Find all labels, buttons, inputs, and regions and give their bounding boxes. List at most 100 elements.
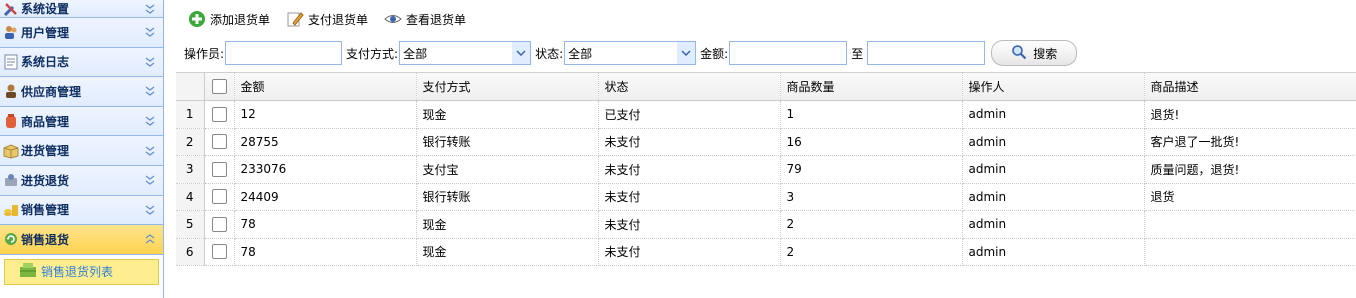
status-select[interactable]: 全部: [564, 41, 697, 65]
row-number: 2: [176, 128, 205, 156]
cell-amount: 78: [234, 210, 417, 239]
payment-method-label: 支付方式:: [346, 46, 399, 61]
cell-quantity: 2: [780, 210, 963, 239]
column-header-amount[interactable]: 金额: [234, 73, 417, 101]
sidebar-item-label: 系统日志: [21, 55, 70, 70]
table-row[interactable]: 2 28755 银行转账 未支付 16 admin 客户退了一批货!: [176, 128, 1356, 156]
sidebar-item-purchase[interactable]: 进货管理: [0, 136, 163, 166]
cell-amount: 233076: [234, 155, 417, 184]
column-header-description[interactable]: 商品描述: [1144, 73, 1356, 101]
add-return-label: 添加退货单: [210, 12, 271, 27]
sidebar: 系统设置 用户管理 系统日志 供应商管理 商品管理 进货管理 进货退货 销售管理…: [0, 0, 164, 298]
cell-status: 未支付: [598, 183, 781, 211]
cell-amount: 28755: [234, 128, 417, 156]
chevron-down-icon[interactable]: [143, 2, 157, 16]
amount-label: 金额:: [700, 46, 729, 61]
table-header-row: 金额 支付方式 状态 商品数量 操作人 商品描述: [176, 73, 1356, 101]
payment-method-select[interactable]: 全部: [399, 41, 532, 65]
row-checkbox[interactable]: [204, 100, 235, 129]
sidebar-item-system-log[interactable]: 系统日志: [0, 47, 163, 78]
purchase-icon: [3, 143, 19, 159]
column-header-payment-method[interactable]: 支付方式: [416, 73, 599, 101]
column-header-status[interactable]: 状态: [598, 73, 781, 101]
sidebar-item-label: 系统设置: [21, 2, 70, 16]
cell-amount: 78: [234, 238, 417, 266]
sidebar-item-label: 进货管理: [21, 144, 70, 159]
log-icon: [3, 54, 19, 70]
row-checkbox[interactable]: [204, 128, 235, 156]
chevron-up-icon[interactable]: [143, 232, 157, 246]
amount-to-input[interactable]: [867, 41, 986, 65]
return-grid: 金额 支付方式 状态 商品数量 操作人 商品描述 1 12 现金 已支付 1 a…: [176, 72, 1356, 298]
search-label: 搜索: [1033, 46, 1058, 61]
cell-status: 未支付: [598, 210, 781, 239]
filter-bar: 操作员: 支付方式: 全部 状态: 全部 金额: 至 搜索: [176, 38, 1356, 68]
chevron-down-icon[interactable]: [512, 42, 531, 64]
sidebar-item-users[interactable]: 用户管理: [0, 18, 163, 48]
chevron-down-icon[interactable]: [143, 55, 157, 69]
cell-description: 质量问题，退货!: [1144, 155, 1356, 184]
operator-input[interactable]: [225, 41, 343, 65]
chevron-down-icon[interactable]: [143, 114, 157, 128]
cell-payment-method: 现金: [416, 100, 599, 129]
table-row[interactable]: 5 78 现金 未支付 2 admin: [176, 210, 1356, 239]
table-row[interactable]: 4 24409 银行转账 未支付 3 admin 退货: [176, 183, 1356, 211]
payment-method-value: 全部: [403, 46, 428, 61]
cell-operator: admin: [962, 100, 1145, 129]
toolbar: 添加退货单 支付退货单 查看退货单: [176, 0, 1356, 38]
cell-description: 退货!: [1144, 100, 1356, 129]
purchase-return-icon: [3, 172, 19, 188]
cell-description: [1144, 210, 1356, 239]
column-header-quantity[interactable]: 商品数量: [780, 73, 963, 101]
row-number: 4: [176, 183, 205, 211]
row-number: 6: [176, 238, 205, 266]
table-row[interactable]: 3 233076 支付宝 未支付 79 admin 质量问题，退货!: [176, 155, 1356, 184]
pay-return-button[interactable]: 支付退货单: [286, 10, 368, 28]
chevron-down-icon[interactable]: [143, 203, 157, 217]
cell-payment-method: 银行转账: [416, 128, 599, 156]
add-return-button[interactable]: 添加退货单: [188, 10, 270, 28]
sales-return-list-link[interactable]: 销售退货列表: [4, 258, 159, 285]
sidebar-item-label: 用户管理: [21, 25, 70, 40]
cell-quantity: 16: [780, 128, 963, 156]
row-checkbox[interactable]: [204, 155, 235, 184]
sidebar-item-goods[interactable]: 商品管理: [0, 106, 163, 137]
sidebar-item-system-settings[interactable]: 系统设置: [0, 0, 163, 18]
chevron-down-icon[interactable]: [677, 42, 696, 64]
column-header-operator[interactable]: 操作人: [962, 73, 1145, 101]
cell-status: 未支付: [598, 238, 781, 266]
return-list-icon: [19, 262, 37, 281]
view-return-button[interactable]: 查看退货单: [384, 10, 466, 28]
cell-payment-method: 银行转账: [416, 183, 599, 211]
chevron-down-icon[interactable]: [143, 144, 157, 158]
sidebar-item-sales-return[interactable]: 销售退货: [0, 225, 163, 255]
sales-return-icon: [3, 231, 19, 247]
cell-payment-method: 现金: [416, 210, 599, 239]
sidebar-item-purchase-return[interactable]: 进货退货: [0, 165, 163, 196]
search-button[interactable]: 搜索: [991, 40, 1078, 66]
row-checkbox[interactable]: [204, 210, 235, 239]
cell-status: 未支付: [598, 155, 781, 184]
eye-icon: [384, 10, 402, 28]
cell-status: 未支付: [598, 128, 781, 156]
plus-icon: [188, 10, 206, 28]
chevron-down-icon[interactable]: [143, 84, 157, 98]
chevron-down-icon[interactable]: [143, 25, 157, 39]
cell-operator: admin: [962, 183, 1145, 211]
amount-from-input[interactable]: [729, 41, 848, 65]
table-row[interactable]: 1 12 现金 已支付 1 admin 退货!: [176, 100, 1356, 129]
supplier-icon: [3, 83, 19, 99]
row-checkbox[interactable]: [204, 183, 235, 211]
table-row[interactable]: 6 78 现金 未支付 2 admin: [176, 238, 1356, 266]
select-all-checkbox[interactable]: [204, 73, 235, 101]
cell-operator: admin: [962, 238, 1145, 266]
cell-payment-method: 现金: [416, 238, 599, 266]
row-checkbox[interactable]: [204, 238, 235, 266]
cell-quantity: 1: [780, 100, 963, 129]
chevron-down-icon[interactable]: [143, 173, 157, 187]
sidebar-item-label: 供应商管理: [21, 84, 82, 99]
sidebar-item-sales[interactable]: 销售管理: [0, 195, 163, 226]
sidebar-item-label: 销售退货: [21, 232, 70, 247]
sales-icon: [3, 202, 19, 218]
sidebar-item-supplier[interactable]: 供应商管理: [0, 77, 163, 107]
